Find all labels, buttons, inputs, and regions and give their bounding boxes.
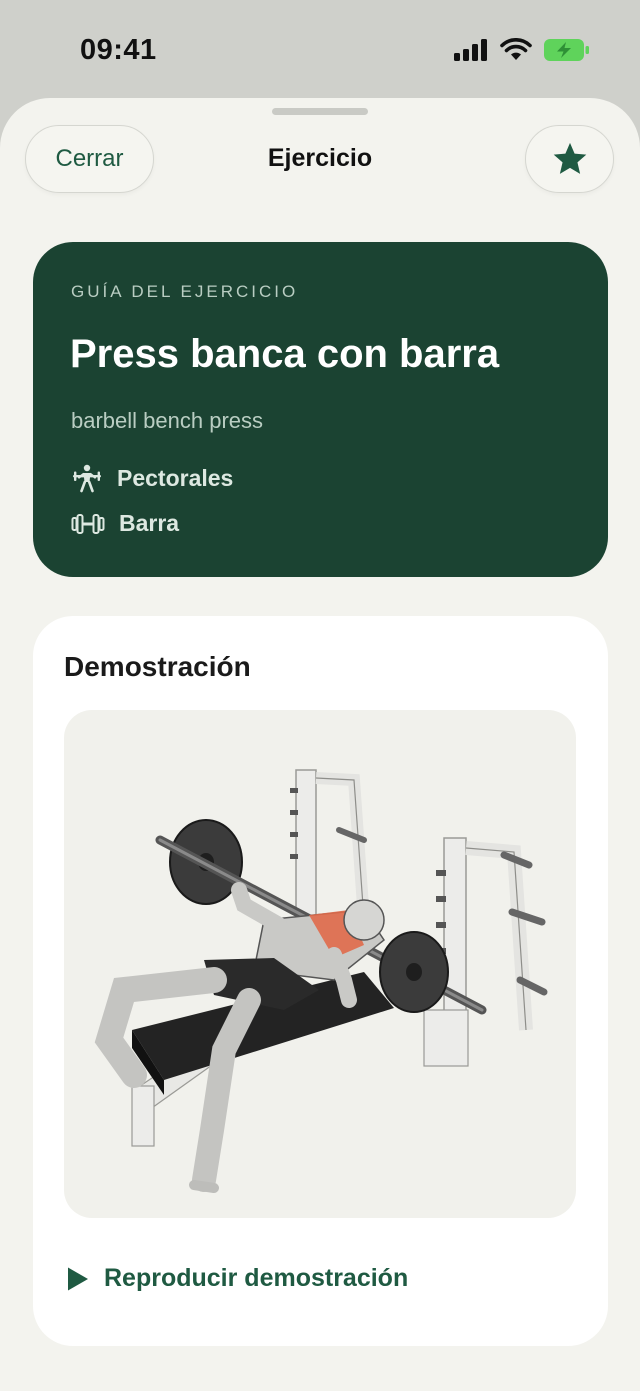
bench-press-drawing xyxy=(94,769,548,1193)
guide-eyebrow: GUÍA DEL EJERCICIO xyxy=(71,282,299,301)
exercise-subtitle: barbell bench press xyxy=(71,408,264,433)
status-icons xyxy=(454,38,590,62)
exercise-sheet: Cerrar Ejercicio GUÍA DEL EJERCICIO Pres… xyxy=(0,98,640,1391)
dumbbell-icon xyxy=(71,513,105,534)
cellular-signal-icon xyxy=(454,39,487,61)
play-demonstration-label: Reproducir demostración xyxy=(104,1264,409,1292)
play-demonstration-button[interactable]: Reproducir demostración xyxy=(66,1264,408,1293)
sheet-grabber[interactable] xyxy=(272,108,368,115)
muscle-group-label: Pectorales xyxy=(117,464,234,491)
equipment-row: Barra xyxy=(71,510,179,537)
demonstration-card: Demostración Reproducir demostración xyxy=(33,616,608,1346)
play-icon xyxy=(68,1267,88,1290)
status-time: 09:41 xyxy=(80,34,157,66)
wifi-icon xyxy=(500,38,532,60)
exercise-title: Press banca con barra xyxy=(70,332,500,376)
equipment-label: Barra xyxy=(119,510,180,536)
battery-charging-icon xyxy=(544,39,589,61)
status-bar: 09:41 xyxy=(0,0,640,100)
exercise-guide-card: GUÍA DEL EJERCICIO Press banca con barra… xyxy=(33,242,608,577)
weightlifter-icon xyxy=(73,464,101,493)
star-icon xyxy=(553,142,586,174)
muscle-group-row: Pectorales xyxy=(71,462,233,494)
demonstration-title: Demostración xyxy=(64,651,251,682)
favorite-button[interactable] xyxy=(525,125,614,193)
bench-press-illustration xyxy=(64,710,576,1218)
